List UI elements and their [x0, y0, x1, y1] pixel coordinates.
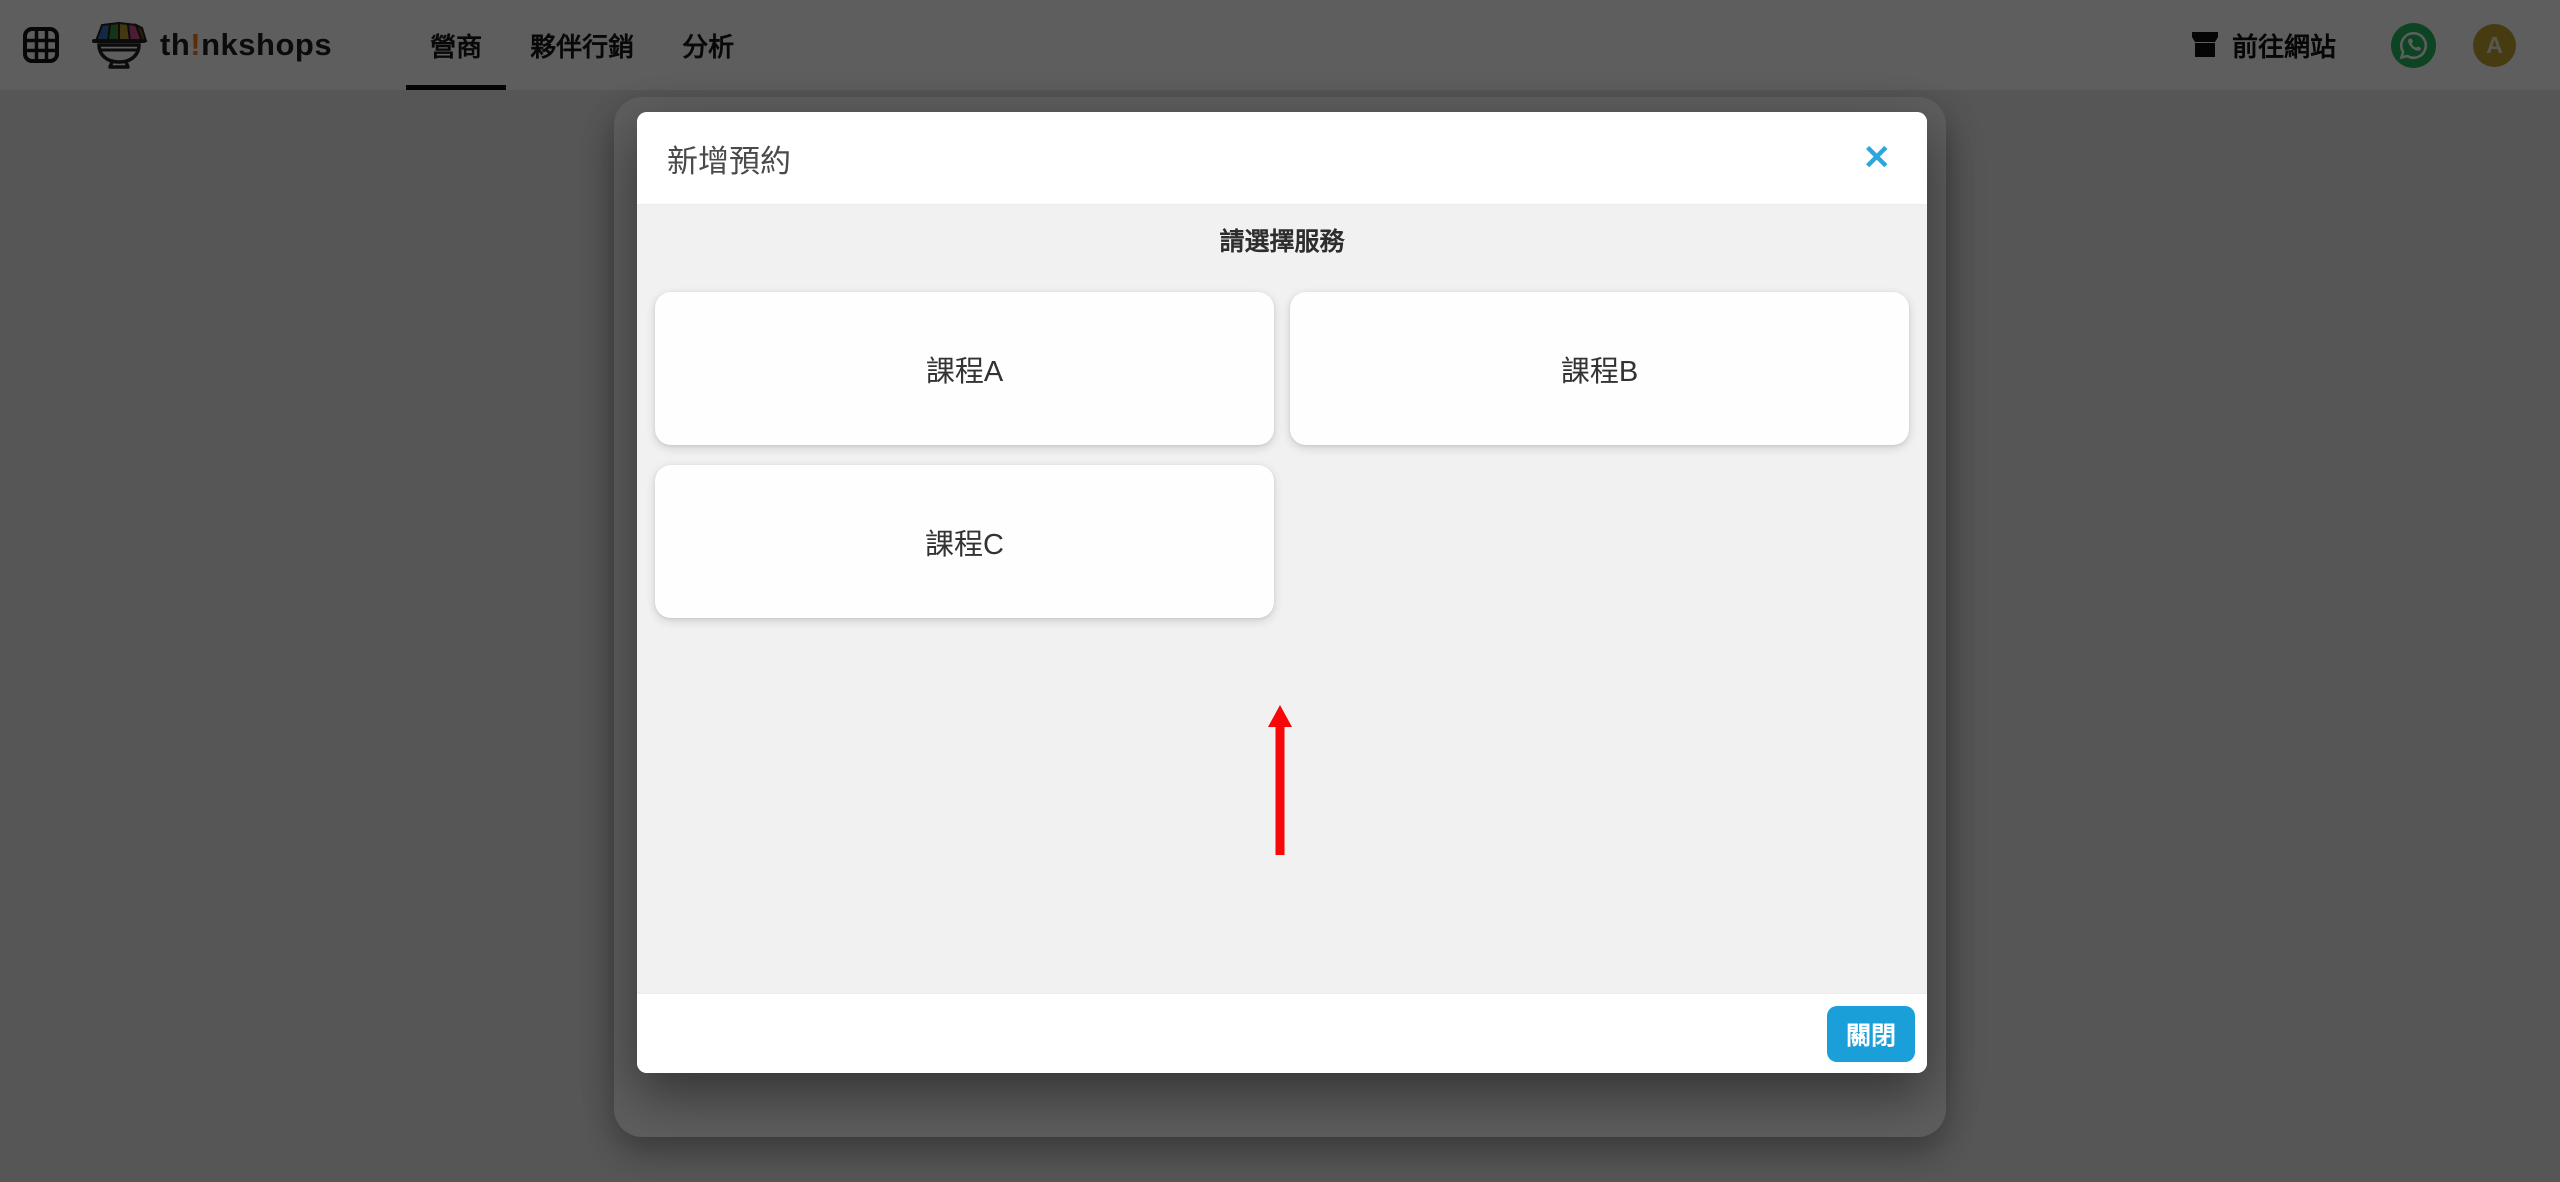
modal-title: 新增預約 — [667, 136, 791, 181]
close-button[interactable]: 關閉 — [1827, 1006, 1915, 1062]
service-card-course-c[interactable]: 課程C — [655, 465, 1274, 618]
close-icon[interactable]: ✕ — [1857, 137, 1898, 179]
select-service-prompt: 請選擇服務 — [655, 227, 1909, 257]
red-up-arrow-annotation — [1267, 705, 1293, 855]
modal-header: 新增預約 ✕ — [637, 112, 1927, 205]
service-card-course-a[interactable]: 課程A — [655, 292, 1274, 445]
modal-body: 請選擇服務 課程A 課程B 課程C — [637, 205, 1927, 993]
service-grid: 課程A 課程B 課程C — [655, 292, 1909, 618]
modal-footer: 關閉 — [637, 993, 1927, 1073]
add-booking-modal: 新增預約 ✕ 請選擇服務 課程A 課程B 課程C 關閉 — [637, 112, 1927, 1073]
service-card-course-b[interactable]: 課程B — [1290, 292, 1909, 445]
